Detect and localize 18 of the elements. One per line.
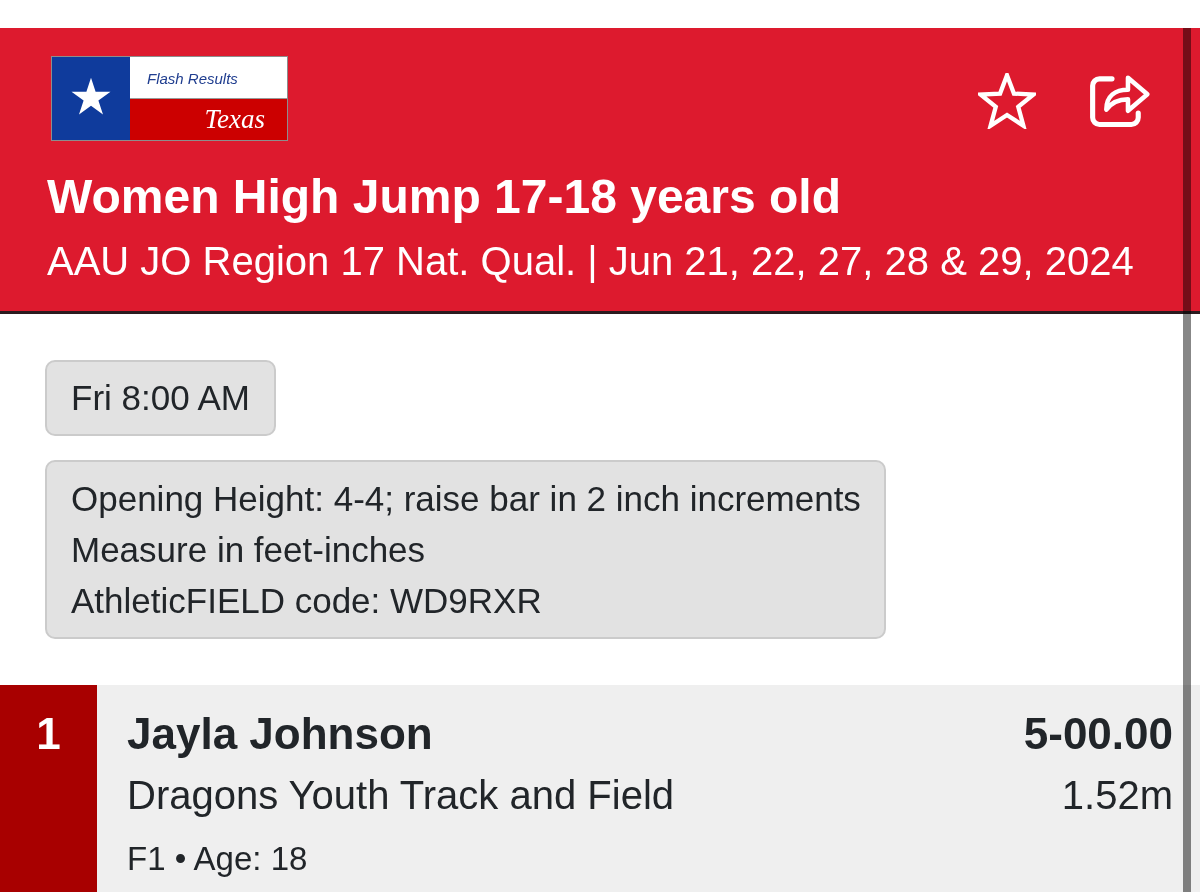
share-icon[interactable]	[1088, 72, 1152, 129]
favorite-star-icon[interactable]	[978, 72, 1036, 129]
flash-results-logo[interactable]: Flash Results Texas	[51, 56, 288, 141]
meet-name-and-dates: AAU JO Region 17 Nat. Qual. | Jun 21, 22, 27, 28 & 29, 2024	[47, 238, 1135, 285]
result-mark-metric: 1.52m	[1061, 772, 1173, 819]
event-note: AthleticFIELD code: WD9RXR	[71, 580, 543, 622]
place-number: 1	[0, 685, 97, 892]
athlete-name: Jayla Johnson	[127, 708, 434, 760]
session-time: Fri 8:00 AM	[45, 360, 276, 436]
result-mark: 5-00.00	[1023, 708, 1173, 760]
team-name: Dragons Youth Track and Field	[127, 772, 674, 819]
scrollbar[interactable]	[1183, 28, 1191, 892]
event-note: Opening Height: 4-4; raise bar in 2 inch increments	[71, 478, 861, 520]
event-note: Measure in feet-inches	[71, 529, 427, 571]
result-row[interactable]: 1 Jayla Johnson Dragons Youth Track and Field F1 • Age: 18 5-00.00 1.52m	[0, 685, 1200, 892]
flight-and-age: F1 • Age: 18	[127, 839, 309, 879]
event-title: Women High Jump 17-18 years old	[47, 169, 842, 225]
logo-subtitle: Texas	[130, 99, 287, 140]
